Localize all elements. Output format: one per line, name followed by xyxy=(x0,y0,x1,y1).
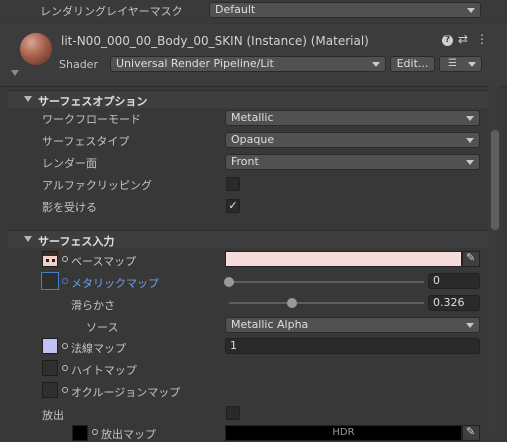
metallic-value: 0 xyxy=(433,274,440,287)
dropdown-arrow-icon xyxy=(372,62,380,67)
surface-options-header[interactable]: サーフェスオプション xyxy=(8,90,488,108)
shader-value: Universal Render Pipeline/Lit xyxy=(116,57,274,70)
surface-type-dropdown[interactable]: Opaque xyxy=(225,132,480,148)
texture-picker-icon[interactable] xyxy=(62,387,68,393)
height-map-label: ハイトマップ xyxy=(71,364,137,377)
rendering-layer-mask-value: Default xyxy=(215,3,256,16)
texture-picker-icon[interactable] xyxy=(62,256,68,262)
material-header: lit-N00_000_00_Body_00_SKIN (Instance) (… xyxy=(0,24,507,87)
shader-label: Shader xyxy=(59,58,98,71)
source-value: Metallic Alpha xyxy=(231,318,309,331)
foldout-arrow-icon xyxy=(24,236,32,242)
base-color-swatch[interactable] xyxy=(225,251,462,267)
workflow-mode-dropdown[interactable]: Metallic xyxy=(225,110,480,126)
emission-color-swatch[interactable]: HDR xyxy=(225,425,462,441)
occlusion-map-thumbnail[interactable] xyxy=(42,382,58,398)
normal-scale-value: 1 xyxy=(230,339,237,352)
receive-shadows-checkbox[interactable]: ✓ xyxy=(226,199,240,213)
normal-scale-field[interactable]: 1 xyxy=(225,338,480,354)
material-preview-sphere xyxy=(20,33,52,65)
smoothness-value-field[interactable]: 0.326 xyxy=(428,295,480,311)
workflow-mode-value: Metallic xyxy=(231,111,274,124)
top-row: レンダリングレイヤーマスク Default xyxy=(0,0,507,22)
metallic-map-label: メタリックマップ xyxy=(71,277,159,290)
metallic-slider-knob[interactable] xyxy=(224,277,234,287)
base-map-face-detail xyxy=(46,259,49,262)
foldout-arrow-icon xyxy=(24,96,32,102)
eyedropper-icon: ✎ xyxy=(466,425,476,438)
emission-checkbox[interactable] xyxy=(226,406,240,420)
surface-options-title: サーフェスオプション xyxy=(38,95,148,108)
dropdown-arrow-icon xyxy=(468,62,476,67)
checkmark-icon: ✓ xyxy=(228,199,238,212)
layers-icon: ☰ xyxy=(448,58,457,69)
alpha-clipping-checkbox[interactable] xyxy=(226,177,240,191)
render-face-dropdown[interactable]: Front xyxy=(225,154,480,170)
more-icon[interactable]: ⋮ xyxy=(476,32,488,46)
alpha-clipping-label: アルファクリッピング xyxy=(42,179,152,192)
eyedropper-icon: ✎ xyxy=(466,251,476,264)
metallic-value-field[interactable]: 0 xyxy=(428,273,480,289)
edit-shader-label: Edit... xyxy=(396,57,429,70)
smoothness-label: 滑らかさ xyxy=(71,299,115,312)
emission-map-thumbnail[interactable] xyxy=(72,425,88,441)
rendering-layer-mask-dropdown[interactable]: Default xyxy=(209,2,481,18)
surface-type-label: サーフェスタイプ xyxy=(42,135,130,148)
workflow-mode-label: ワークフローモード xyxy=(42,113,141,126)
texture-picker-icon[interactable] xyxy=(62,278,68,284)
occlusion-map-label: オクルージョンマップ xyxy=(71,386,181,399)
render-face-label: レンダー面 xyxy=(42,157,97,170)
texture-picker-icon[interactable] xyxy=(62,343,68,349)
edit-shader-button[interactable]: Edit... xyxy=(390,56,435,72)
smoothness-slider-knob[interactable] xyxy=(287,298,297,308)
surface-inputs-header[interactable]: サーフェス入力 xyxy=(8,230,488,248)
surface-type-value: Opaque xyxy=(231,133,275,146)
eyedropper-button[interactable]: ✎ xyxy=(462,425,480,441)
emission-label: 放出 xyxy=(42,409,64,422)
eyedropper-button[interactable]: ✎ xyxy=(462,251,480,267)
smoothness-value: 0.326 xyxy=(433,296,465,309)
metallic-slider-track[interactable] xyxy=(229,281,424,283)
metallic-map-thumbnail[interactable] xyxy=(41,272,59,290)
base-map-thumbnail[interactable] xyxy=(42,251,58,267)
source-dropdown[interactable]: Metallic Alpha xyxy=(225,317,480,333)
scrollbar-thumb[interactable] xyxy=(491,130,499,230)
foldout-arrow-icon[interactable] xyxy=(11,70,19,76)
scrollbar-track[interactable] xyxy=(488,86,502,433)
base-map-label: ベースマップ xyxy=(71,255,137,268)
surface-inputs-title: サーフェス入力 xyxy=(38,235,115,248)
receive-shadows-label: 影を受ける xyxy=(42,201,97,214)
render-face-value: Front xyxy=(231,155,259,168)
emission-map-label: 放出マップ xyxy=(101,428,156,441)
shader-options-button[interactable]: ☰ xyxy=(439,56,482,72)
normal-map-label: 法線マップ xyxy=(71,342,126,355)
texture-picker-icon[interactable] xyxy=(62,365,68,371)
height-map-thumbnail[interactable] xyxy=(42,360,58,376)
preset-icon[interactable]: ⇄ xyxy=(458,32,468,46)
dropdown-arrow-icon xyxy=(466,323,474,328)
shader-dropdown[interactable]: Universal Render Pipeline/Lit xyxy=(110,56,386,72)
smoothness-slider-track[interactable] xyxy=(229,302,424,304)
dropdown-arrow-icon xyxy=(467,8,475,13)
dropdown-arrow-icon xyxy=(466,116,474,121)
normal-map-thumbnail[interactable] xyxy=(42,338,58,354)
dropdown-arrow-icon xyxy=(466,138,474,143)
base-map-face-detail xyxy=(52,259,55,262)
dropdown-arrow-icon xyxy=(466,160,474,165)
texture-picker-icon[interactable] xyxy=(92,429,98,435)
help-icon[interactable]: ? xyxy=(442,35,453,46)
source-label: ソース xyxy=(86,321,119,334)
material-title: lit-N00_000_00_Body_00_SKIN (Instance) (… xyxy=(61,34,369,48)
rendering-layer-mask-label: レンダリングレイヤーマスク xyxy=(40,5,183,18)
